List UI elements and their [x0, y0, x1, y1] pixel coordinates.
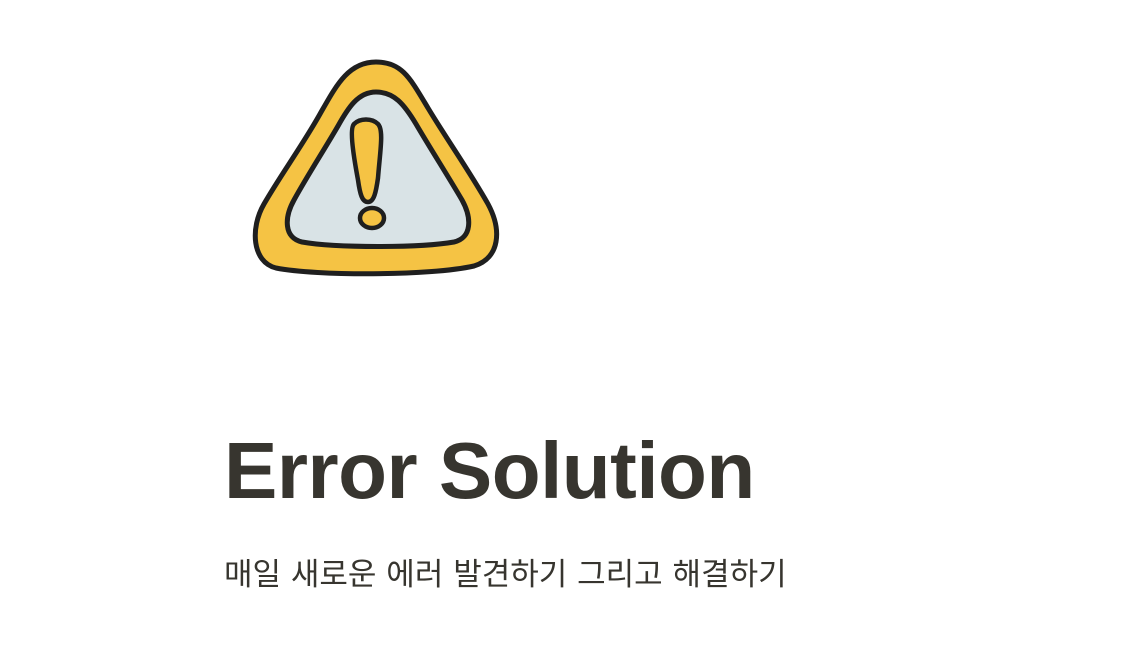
warning-icon-graphic	[252, 59, 500, 277]
page-description[interactable]: 매일 새로운 에러 발견하기 그리고 해결하기	[224, 553, 787, 597]
notion-page-header: Error Solution 매일 새로운 에러 발견하기 그리고 해결하기	[0, 0, 1142, 652]
warning-icon[interactable]	[250, 56, 502, 278]
page-title[interactable]: Error Solution	[224, 424, 755, 518]
